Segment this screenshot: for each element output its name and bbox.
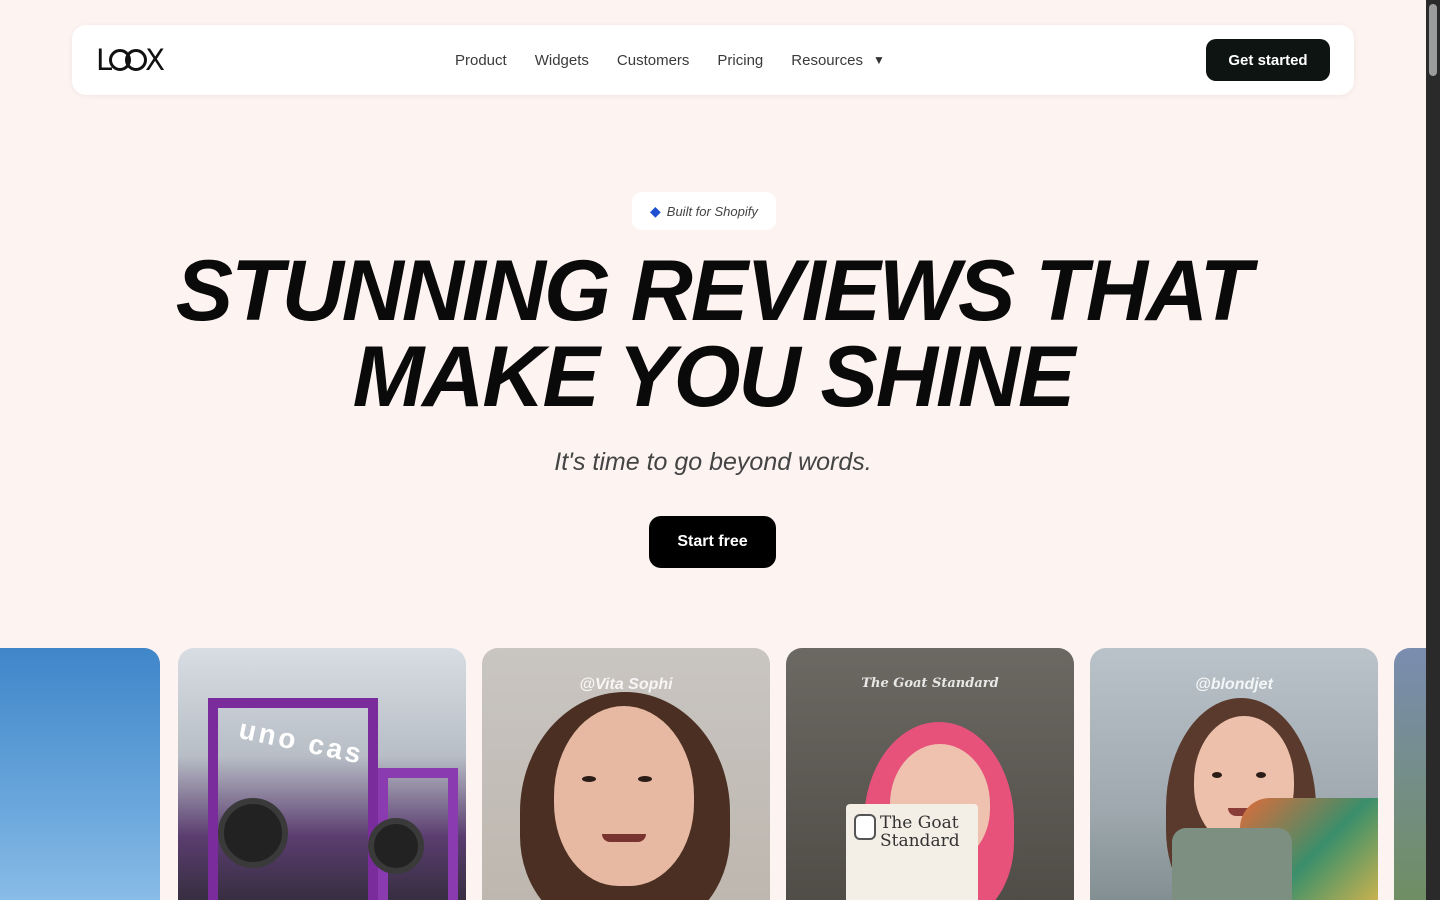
video-card-sky[interactable] bbox=[0, 648, 160, 900]
goat-standard-box: The Goat Standard bbox=[846, 804, 978, 900]
eye-shape bbox=[582, 776, 596, 782]
video-review-carousel: uno cas @Vita Sophi The Goat Standard Th… bbox=[0, 648, 1426, 900]
card-handle: @Vita Sophi bbox=[579, 676, 673, 693]
box-line-2: Standard bbox=[880, 831, 960, 851]
card-handle: @blondjet bbox=[1195, 676, 1273, 693]
start-free-button[interactable]: Start free bbox=[649, 516, 776, 568]
nav-link-resources[interactable]: Resources ▼ bbox=[791, 52, 885, 69]
goat-icon bbox=[854, 814, 876, 840]
cup-shape bbox=[1172, 828, 1292, 900]
headline-line-2: MAKE YOU SHINE bbox=[352, 329, 1076, 425]
nav-link-resources-label: Resources bbox=[791, 51, 863, 69]
video-card-blondjet[interactable]: @blondjet bbox=[1090, 648, 1378, 900]
mouth-shape bbox=[602, 834, 646, 842]
box-line-1: The Goat bbox=[880, 813, 959, 833]
eye-shape-2 bbox=[638, 776, 652, 782]
nav-link-widgets[interactable]: Widgets bbox=[535, 52, 589, 69]
headline-line-1: STUNNING REVIEWS THAT bbox=[175, 243, 1252, 339]
eye-shape-2 bbox=[1256, 772, 1266, 778]
video-card-review-woman[interactable]: @Vita Sophi bbox=[482, 648, 770, 900]
built-for-shopify-badge: ◆ Built for Shopify bbox=[632, 192, 776, 230]
page-scrollbar[interactable] bbox=[1426, 0, 1440, 900]
weight-plate-image-2 bbox=[368, 818, 424, 874]
nav-link-pricing[interactable]: Pricing bbox=[717, 52, 763, 69]
nav-link-product[interactable]: Product bbox=[455, 52, 507, 69]
nav-link-customers[interactable]: Customers bbox=[617, 52, 690, 69]
card-handle: The Goat Standard bbox=[861, 676, 999, 691]
nav-links: Product Widgets Customers Pricing Resour… bbox=[455, 25, 913, 95]
weight-plate-image bbox=[218, 798, 288, 868]
loox-logo[interactable]: LX bbox=[96, 43, 165, 77]
badge-label: Built for Shopify bbox=[666, 203, 758, 219]
video-card-goat-standard[interactable]: The Goat Standard The Goat Standard bbox=[786, 648, 1074, 900]
top-navigation-bar: LX Product Widgets Customers Pricing Res… bbox=[72, 25, 1354, 95]
video-card-landscape[interactable] bbox=[1394, 648, 1426, 900]
get-started-button[interactable]: Get started bbox=[1206, 39, 1330, 81]
chevron-down-icon: ▼ bbox=[872, 53, 885, 67]
hero-headline: STUNNING REVIEWS THAT MAKE YOU SHINE bbox=[0, 248, 1426, 420]
diamond-icon: ◆ bbox=[650, 202, 661, 219]
scrollbar-thumb[interactable] bbox=[1429, 4, 1437, 76]
hero-subtitle: It's time to go beyond words. bbox=[554, 448, 872, 476]
video-card-gym[interactable]: uno cas bbox=[178, 648, 466, 900]
face-image bbox=[554, 706, 694, 886]
eye-shape bbox=[1212, 772, 1222, 778]
